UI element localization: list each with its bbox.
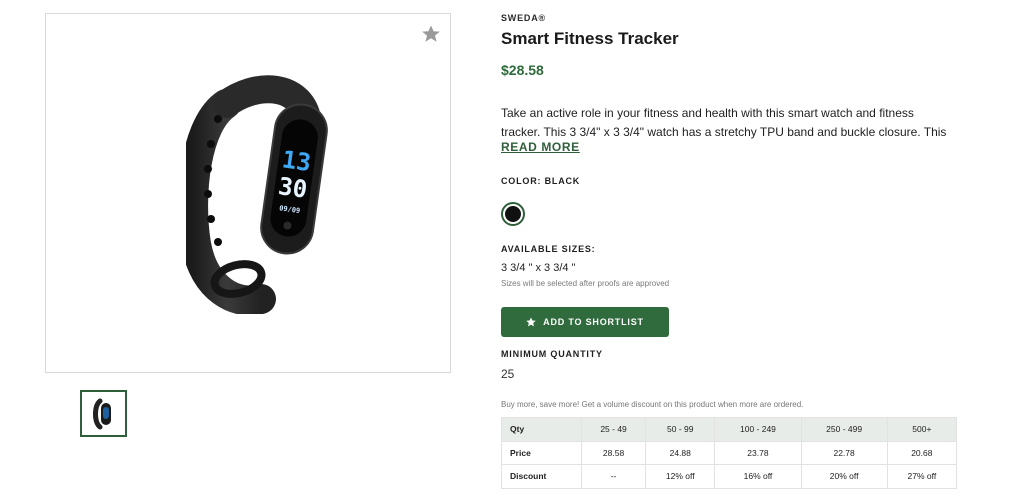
favorite-star-icon[interactable] — [421, 24, 441, 44]
product-image-panel: 13 30 09/09 — [45, 13, 451, 373]
brand-name: SWEDA® — [501, 13, 546, 23]
discount-row: Discount -- 12% off 16% off 20% off 27% … — [501, 464, 958, 489]
add-to-shortlist-button[interactable]: ADD TO SHORTLIST — [501, 307, 669, 337]
price-cell: 24.88 — [645, 440, 716, 465]
discount-cell: 16% off — [714, 464, 802, 489]
product-title: Smart Fitness Tracker — [501, 29, 679, 48]
qty-header: Qty — [501, 417, 582, 442]
qty-tier-5: 500+ — [886, 417, 958, 442]
watch-minute-text: 30 — [276, 172, 309, 204]
color-swatch-black[interactable] — [501, 202, 525, 226]
size-value: 3 3/4 " x 3 3/4 " — [501, 262, 576, 274]
thumbnail-1[interactable] — [80, 390, 127, 437]
color-label: COLOR: BLACK — [501, 176, 581, 186]
discount-cell: 20% off — [800, 464, 888, 489]
volume-discount-note: Buy more, save more! Get a volume discou… — [501, 400, 804, 409]
qty-tier-2: 50 - 99 — [645, 417, 716, 442]
discount-cell: 12% off — [645, 464, 716, 489]
minimum-quantity-value: 25 — [501, 367, 515, 381]
product-description: Take an active role in your fitness and … — [501, 104, 956, 141]
product-price: $28.58 — [501, 62, 544, 78]
fitness-tracker-image: 13 30 09/09 — [186, 75, 328, 314]
price-cell: 22.78 — [800, 440, 888, 465]
discount-cell: -- — [580, 464, 647, 489]
discount-row-label: Discount — [501, 464, 582, 489]
discount-cell: 27% off — [886, 464, 958, 489]
price-cell: 23.78 — [714, 440, 802, 465]
available-sizes-label: AVAILABLE SIZES: — [501, 244, 596, 254]
pricing-header-row: Qty 25 - 49 50 - 99 100 - 249 250 - 499 … — [501, 417, 958, 442]
qty-tier-4: 250 - 499 — [800, 417, 888, 442]
qty-tier-3: 100 - 249 — [714, 417, 802, 442]
pricing-table: Qty 25 - 49 50 - 99 100 - 249 250 - 499 … — [501, 417, 958, 489]
description-line-2: tracker. This 3 3/4" x 3 3/4" watch has … — [501, 124, 947, 139]
price-row: Price 28.58 24.88 23.78 22.78 20.68 — [501, 440, 958, 465]
description-line-1: Take an active role in your fitness and … — [501, 106, 914, 120]
add-to-shortlist-label: ADD TO SHORTLIST — [543, 317, 644, 327]
price-row-label: Price — [501, 440, 582, 465]
qty-tier-1: 25 - 49 — [580, 417, 647, 442]
minimum-quantity-label: MINIMUM QUANTITY — [501, 349, 603, 359]
thumbnail-tracker-icon — [92, 398, 111, 429]
price-cell: 28.58 — [580, 440, 647, 465]
color-swatch-dot — [505, 206, 521, 222]
read-more-link[interactable]: READ MORE — [501, 140, 580, 154]
star-icon — [526, 317, 536, 327]
price-cell: 20.68 — [886, 440, 958, 465]
size-note: Sizes will be selected after proofs are … — [501, 279, 670, 288]
